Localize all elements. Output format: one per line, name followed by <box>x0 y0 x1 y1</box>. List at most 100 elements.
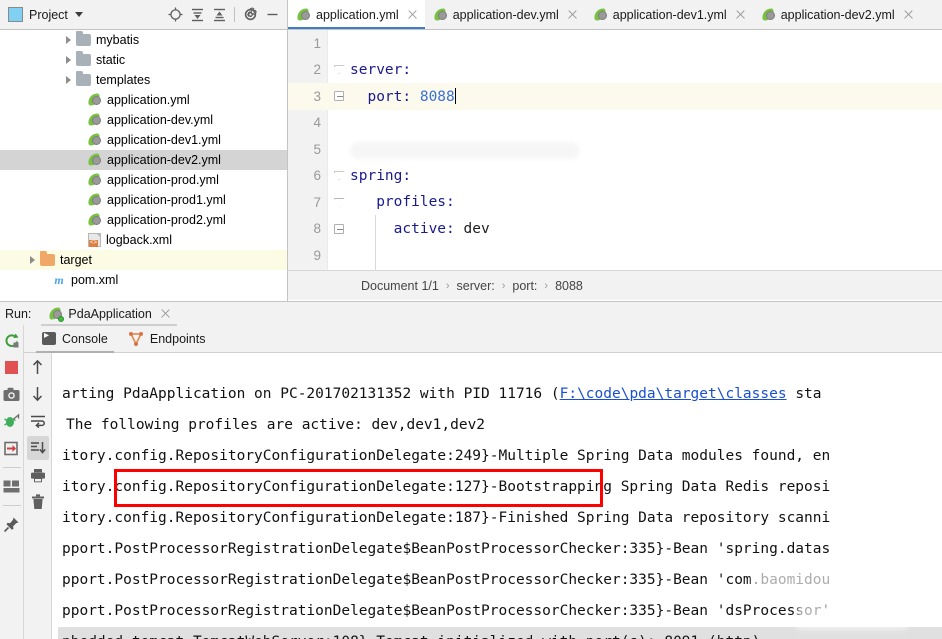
tree-item-application-prod1-yml[interactable]: application-prod1.yml <box>0 190 287 210</box>
run-actions-toolbar <box>0 325 24 639</box>
run-label: Run: <box>5 306 32 321</box>
tab-endpoints[interactable]: Endpoints <box>118 325 216 353</box>
tree-item-logback-xml[interactable]: logback.xml <box>0 230 287 250</box>
code-line-2[interactable]: 2 server: <box>288 57 942 84</box>
expand-all-icon[interactable] <box>186 4 208 26</box>
tree-item-application-prod2-yml[interactable]: application-prod2.yml <box>0 210 287 230</box>
breadcrumb-item[interactable]: port: <box>512 279 537 293</box>
code-line-4[interactable]: 4 <box>288 110 942 137</box>
redacted-region <box>350 142 580 159</box>
tree-item-application-dev1-yml[interactable]: application-dev1.yml <box>0 130 287 150</box>
breadcrumb-item[interactable]: 8088 <box>555 279 583 293</box>
tree-item-label: application-dev1.yml <box>107 133 221 147</box>
chevron-down-icon[interactable] <box>74 12 83 17</box>
soft-wrap-icon[interactable] <box>27 409 49 433</box>
scroll-up-icon[interactable] <box>27 355 49 379</box>
breadcrumb-item[interactable]: server: <box>457 279 495 293</box>
close-icon[interactable] <box>407 9 418 20</box>
yml-file-icon <box>87 153 102 167</box>
layout-icon[interactable] <box>1 474 23 498</box>
yml-file-icon <box>87 193 102 207</box>
thread-dump-icon[interactable] <box>1 409 23 433</box>
fold-marker-icon[interactable] <box>328 197 350 207</box>
console-gutter <box>52 353 56 639</box>
console-text: pport.PostProcessorRegistrationDelegate$… <box>62 603 831 619</box>
minimize-icon[interactable] <box>261 4 283 26</box>
fold-marker-icon[interactable] <box>328 223 350 234</box>
code-line-3[interactable]: 3 port: 8088 <box>288 83 942 110</box>
code-line-8[interactable]: 8 active: dev <box>288 216 942 243</box>
pin-icon[interactable] <box>1 512 23 536</box>
code-line-6[interactable]: 6 spring: <box>288 163 942 190</box>
code-line-9[interactable]: 9 <box>288 242 942 269</box>
breadcrumb-separator: › <box>544 279 549 292</box>
breadcrumb-item[interactable]: Document 1/1 <box>361 279 439 293</box>
close-icon[interactable] <box>160 308 171 319</box>
fold-marker-icon[interactable] <box>328 171 350 181</box>
settings-gear-icon[interactable] <box>239 4 261 26</box>
project-panel-title: Project <box>29 7 68 22</box>
scroll-down-icon[interactable] <box>27 382 49 406</box>
breadcrumb[interactable]: Document 1/1 › server: › port: › 8088 <box>288 270 942 300</box>
tree-item-mybatis[interactable]: mybatis <box>0 30 287 50</box>
tree-item-pom-xml[interactable]: m pom.xml <box>0 270 287 290</box>
code-line-1[interactable]: 1 <box>288 30 942 57</box>
fold-marker-icon[interactable] <box>328 91 350 102</box>
line-number: 7 <box>313 194 321 210</box>
yml-file-icon <box>87 113 102 127</box>
line-number: 2 <box>313 62 321 78</box>
line-number: 6 <box>313 168 321 184</box>
editor-tab-3[interactable]: application-dev2.yml <box>752 0 921 29</box>
line-number: 1 <box>313 35 321 51</box>
expand-arrow-icon[interactable] <box>60 36 76 44</box>
maven-file-icon: m <box>54 272 64 287</box>
expand-arrow-icon[interactable] <box>24 256 40 264</box>
tree-item-templates[interactable]: templates <box>0 70 287 90</box>
locate-icon[interactable] <box>164 4 186 26</box>
tree-item-label: application-prod2.yml <box>107 213 226 227</box>
run-configuration-tab[interactable]: PdaApplication <box>41 301 178 326</box>
tree-item-application-dev2-yml[interactable]: application-dev2.yml <box>0 150 287 170</box>
stop-icon[interactable] <box>1 355 23 379</box>
console-text: itory.config.RepositoryConfigurationDele… <box>62 448 831 464</box>
screenshot-icon[interactable] <box>1 382 23 406</box>
fold-marker-icon[interactable] <box>328 65 350 75</box>
clear-all-icon[interactable] <box>27 490 49 514</box>
tree-item-application-yml[interactable]: application.yml <box>0 90 287 110</box>
editor-tab-1[interactable]: application-dev.yml <box>424 0 585 29</box>
close-icon[interactable] <box>735 9 746 20</box>
project-tree[interactable]: mybatis static templates application.yml app… <box>0 30 288 301</box>
code-editor[interactable]: 1 2 server: 3 port: 8088 4 5 6 spring: 7 profile… <box>288 30 942 301</box>
tree-item-static[interactable]: static <box>0 50 287 70</box>
console-link[interactable]: F:\code\pda\target\classes <box>560 386 787 402</box>
rerun-icon[interactable] <box>1 328 23 352</box>
yml-file-icon <box>87 133 102 147</box>
editor-tab-0[interactable]: application.yml <box>288 0 425 29</box>
editor-tab-2[interactable]: application-dev1.yml <box>584 0 753 29</box>
expand-arrow-icon[interactable] <box>60 56 76 64</box>
console-text: The following profiles are active: dev,d… <box>66 417 486 433</box>
tree-item-label: application-dev2.yml <box>107 153 221 167</box>
scroll-to-end-icon[interactable] <box>26 436 49 460</box>
tab-endpoints-label: Endpoints <box>149 331 206 346</box>
tab-console[interactable]: Console <box>32 325 118 353</box>
collapse-all-icon[interactable] <box>208 4 230 26</box>
code-line-5[interactable]: 5 <box>288 136 942 163</box>
line-number: 5 <box>313 141 321 157</box>
export-icon[interactable] <box>1 436 23 460</box>
run-tab-label: PdaApplication <box>68 306 152 321</box>
line-number: 8 <box>313 221 321 237</box>
tree-item-application-prod-yml[interactable]: application-prod.yml <box>0 170 287 190</box>
tree-item-application-dev-yml[interactable]: application-dev.yml <box>0 110 287 130</box>
editor-tab-bar: application.yml application-dev.yml appl… <box>288 0 942 30</box>
tree-item-label: logback.xml <box>106 233 172 247</box>
print-icon[interactable] <box>27 463 49 487</box>
tree-item-target[interactable]: target <box>0 250 287 270</box>
close-icon[interactable] <box>903 9 914 20</box>
code-line-7[interactable]: 7 profiles: <box>288 189 942 216</box>
code-lines[interactable]: 1 2 server: 3 port: 8088 4 5 6 spring: 7 profile… <box>288 30 942 270</box>
console-output[interactable]: arting PdaApplication on PC-201702131352… <box>52 353 942 639</box>
close-icon[interactable] <box>567 9 578 20</box>
toolbar-divider <box>2 467 21 468</box>
expand-arrow-icon[interactable] <box>60 76 76 84</box>
